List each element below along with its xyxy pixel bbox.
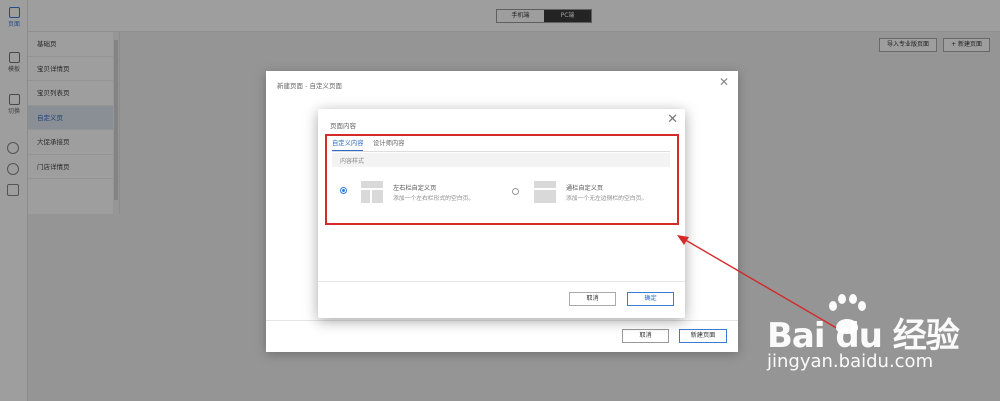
watermark-logo: Bai du 经验 <box>767 316 960 356</box>
watermark-url: jingyan.baidu.com <box>767 351 934 372</box>
baidu-jingyan-watermark: Bai du 经验 jingyan.baidu.com <box>742 288 992 383</box>
